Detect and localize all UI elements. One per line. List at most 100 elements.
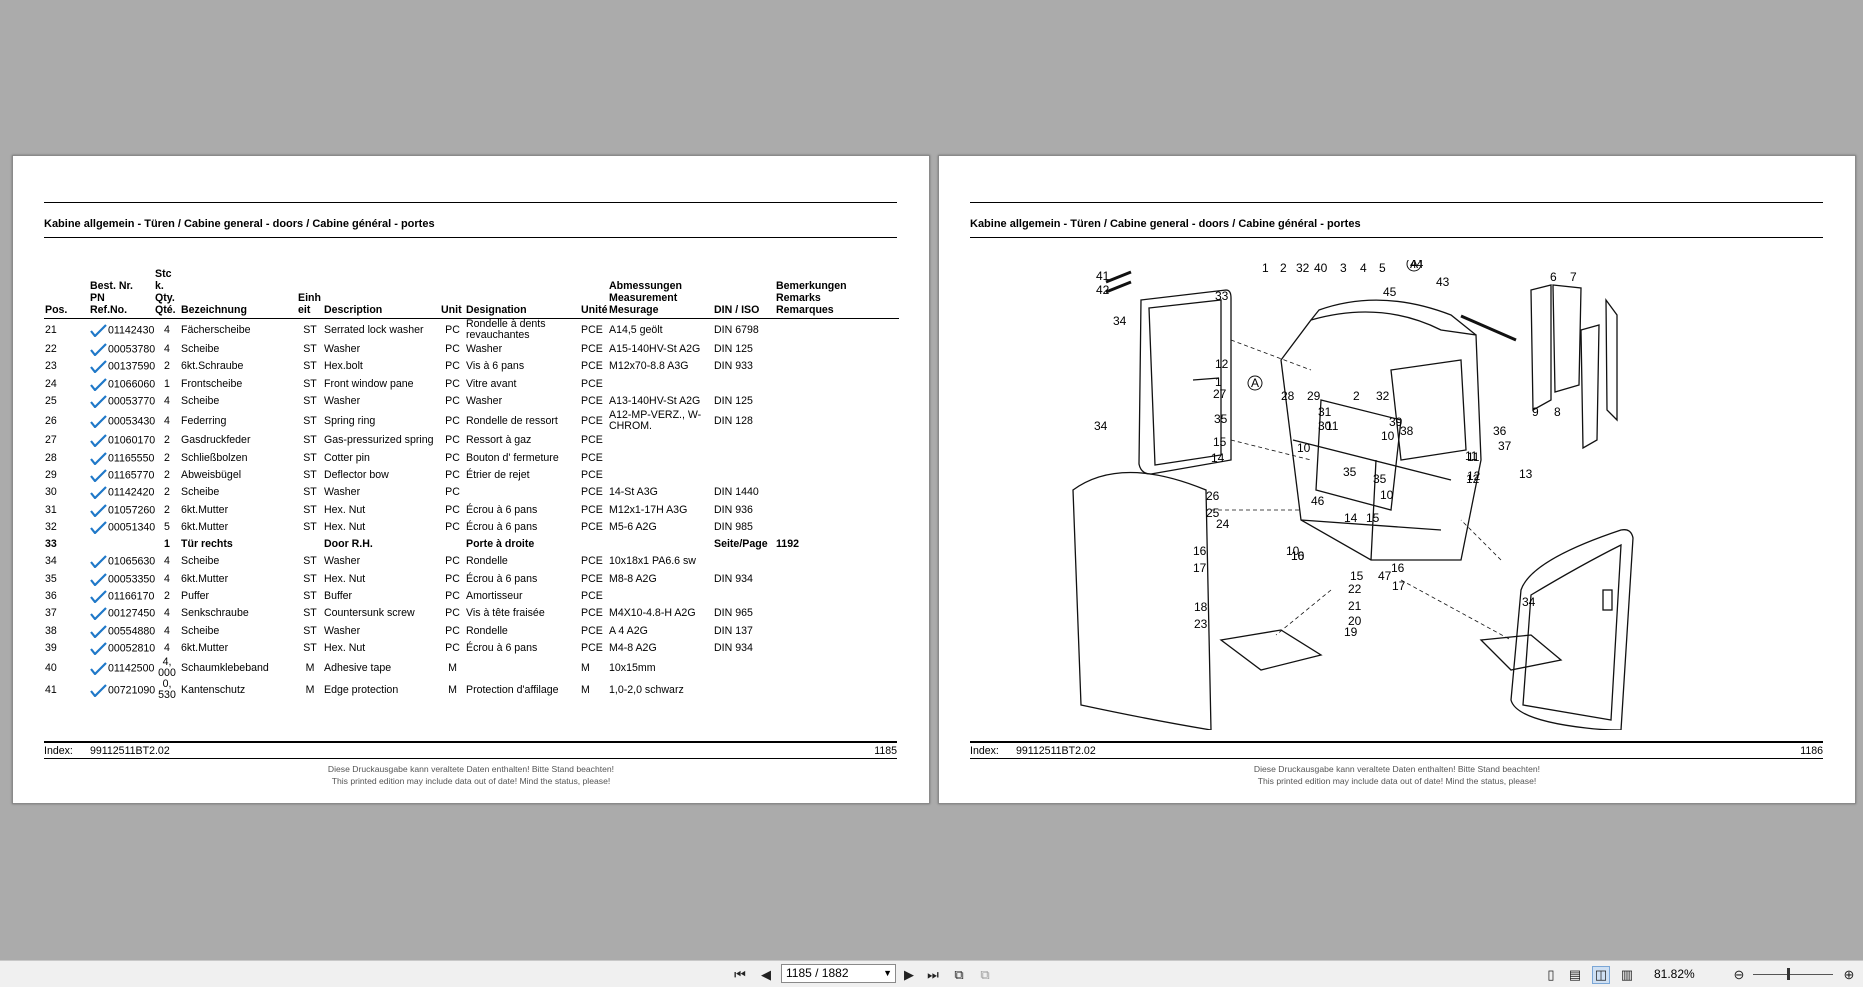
cell-desc: Gas-pressurized spring xyxy=(324,434,434,447)
zoom-slider-thumb[interactable] xyxy=(1787,968,1790,980)
title-rule xyxy=(970,237,1823,238)
prev-page-icon[interactable]: ◀ xyxy=(757,966,775,984)
cell-pn: 01165550 xyxy=(89,449,154,466)
cell-desc: Washer xyxy=(324,555,361,568)
cell-din xyxy=(713,449,775,466)
cell-pn: 01142420 xyxy=(89,484,154,501)
page-field-text: 1185 / 1882 xyxy=(786,966,849,980)
callout-15: 15 xyxy=(1350,569,1364,583)
continuous-icon[interactable]: ▤ xyxy=(1566,966,1584,984)
cell-abm: M4-8 A2G xyxy=(609,641,657,654)
col-description: Description xyxy=(324,304,383,316)
cell-din: DIN 933 xyxy=(714,360,753,373)
cell-unit: PC xyxy=(445,520,460,533)
cell-unite: PCE xyxy=(581,343,603,356)
page-dropdown-icon[interactable]: ▼ xyxy=(883,965,892,982)
cell-einh: ST xyxy=(303,641,317,654)
cell-desc: Hex. Nut xyxy=(324,641,366,654)
index-label: Index: xyxy=(44,745,73,757)
copy-icon[interactable]: ⧉ xyxy=(976,966,994,984)
table-row: 36 01166170 2 Puffer ST Buffer PC Amortisseur PC… xyxy=(44,588,899,605)
callout-37: 37 xyxy=(1498,439,1512,453)
cell-rem xyxy=(775,393,899,410)
cell-abm: 14-St A3G xyxy=(609,486,658,499)
cell-qty: 4 xyxy=(164,414,170,427)
cell-desig: Amortisseur xyxy=(466,590,523,602)
two-page-icon[interactable]: ◫ xyxy=(1592,966,1610,984)
side-pane-9 xyxy=(1530,284,1552,412)
callout-23: 23 xyxy=(1194,617,1208,631)
cell-desig: Écrou à 6 pans xyxy=(466,641,538,654)
viewer-toolbar: ⏮ ◀ 1185 / 1882 ▼ ▶ ⏭ ⧉ ⧉ ▯ ▤ ◫ ▥ 81.82%… xyxy=(0,960,1863,987)
callout-28: 28 xyxy=(1281,389,1295,403)
top-rule xyxy=(44,202,897,203)
cell-einh: ST xyxy=(303,395,317,408)
callout-12: 12 xyxy=(1466,472,1480,486)
cell-bez: Puffer xyxy=(181,590,210,602)
cell-pos: 22 xyxy=(45,343,57,356)
cell-einh: ST xyxy=(303,503,317,516)
cell-abm xyxy=(608,432,713,449)
cell-qty: 1 xyxy=(164,538,170,551)
cell-unit: PC xyxy=(445,590,460,602)
cell-einh: ST xyxy=(303,520,317,533)
callout-33: 33 xyxy=(1215,289,1229,303)
page-number: 1186 xyxy=(1800,745,1823,757)
cell-pn: 00053350 xyxy=(89,571,155,588)
cell-einh: ST xyxy=(303,607,317,620)
cell-bez: Scheibe xyxy=(181,624,220,637)
part-number: 01142420 xyxy=(108,486,155,499)
parts-table: Pos. Best. Nr. PN Ref.No. Stc k. Qty. Qt… xyxy=(44,268,899,701)
zoom-in-icon[interactable]: ⊕ xyxy=(1840,966,1858,984)
cell-pn: 00053430 xyxy=(89,410,156,432)
cell-pn: 00554880 xyxy=(89,622,155,639)
cell-pn: 01166170 xyxy=(89,588,154,605)
two-page-continuous-icon[interactable]: ▥ xyxy=(1618,966,1636,984)
cell-pos: 38 xyxy=(45,624,57,637)
last-page-icon[interactable]: ⏭ xyxy=(924,966,942,984)
page-number-field[interactable]: 1185 / 1882 ▼ xyxy=(781,964,896,983)
cell-desig: Ressort à gaz xyxy=(466,434,532,447)
part-number: 00053430 xyxy=(108,414,156,427)
cell-rem xyxy=(775,605,899,622)
part-number: 00053770 xyxy=(108,395,156,408)
next-page-icon[interactable]: ▶ xyxy=(900,966,918,984)
rotate-icon[interactable]: ⧉ xyxy=(950,966,968,984)
cell-abm: 10x15mm xyxy=(609,661,656,674)
cell-desig: Washer xyxy=(466,395,503,408)
callout-19: 19 xyxy=(1344,625,1358,639)
footer-note-de: Diese Druckausgabe kann veraltete Daten … xyxy=(1253,764,1541,774)
gas-spring xyxy=(1460,314,1517,342)
cell-din: DIN 934 xyxy=(714,572,753,585)
cell-qty: 2 xyxy=(164,468,170,481)
cell-unite: PCE xyxy=(581,414,603,427)
cell-abm: M4X10-4.8-H A2G xyxy=(609,607,696,620)
cell-pos: 34 xyxy=(45,555,57,568)
cell-qty: 2 xyxy=(164,590,170,602)
index-rule xyxy=(44,758,897,759)
cell-desc: Deflector bow xyxy=(324,468,389,481)
single-page-icon[interactable]: ▯ xyxy=(1542,966,1560,984)
col-bezeichnung: Bezeichnung xyxy=(181,304,247,316)
cell-abm xyxy=(608,536,713,553)
callout-10: 10 xyxy=(1381,429,1395,443)
zoom-slider-track[interactable] xyxy=(1753,974,1833,975)
cell-desig: Rondelle de ressort xyxy=(466,414,558,427)
cell-din: DIN 6798 xyxy=(714,323,759,336)
col-pos: Pos. xyxy=(45,304,68,316)
first-page-icon[interactable]: ⏮ xyxy=(731,966,749,984)
checkmark-icon xyxy=(90,683,107,697)
zoom-level[interactable]: 81.82% xyxy=(1654,967,1695,981)
cell-desc: Washer xyxy=(324,624,361,637)
checkmark-icon xyxy=(90,661,107,675)
cell-din: DIN 125 xyxy=(714,395,753,408)
cell-desig: Rondelle à dents revauchantes xyxy=(466,318,546,341)
cell-desc: Washer xyxy=(324,486,361,499)
cell-desc: Countersunk screw xyxy=(324,607,415,620)
cell-abm: M12x70-8.8 A3G xyxy=(609,360,689,373)
index-label: Index: xyxy=(970,745,999,757)
cell-din xyxy=(713,376,775,393)
zoom-out-icon[interactable]: ⊖ xyxy=(1730,966,1748,984)
cell-din: DIN 965 xyxy=(714,607,753,620)
callout-42: 42 xyxy=(1096,283,1110,297)
